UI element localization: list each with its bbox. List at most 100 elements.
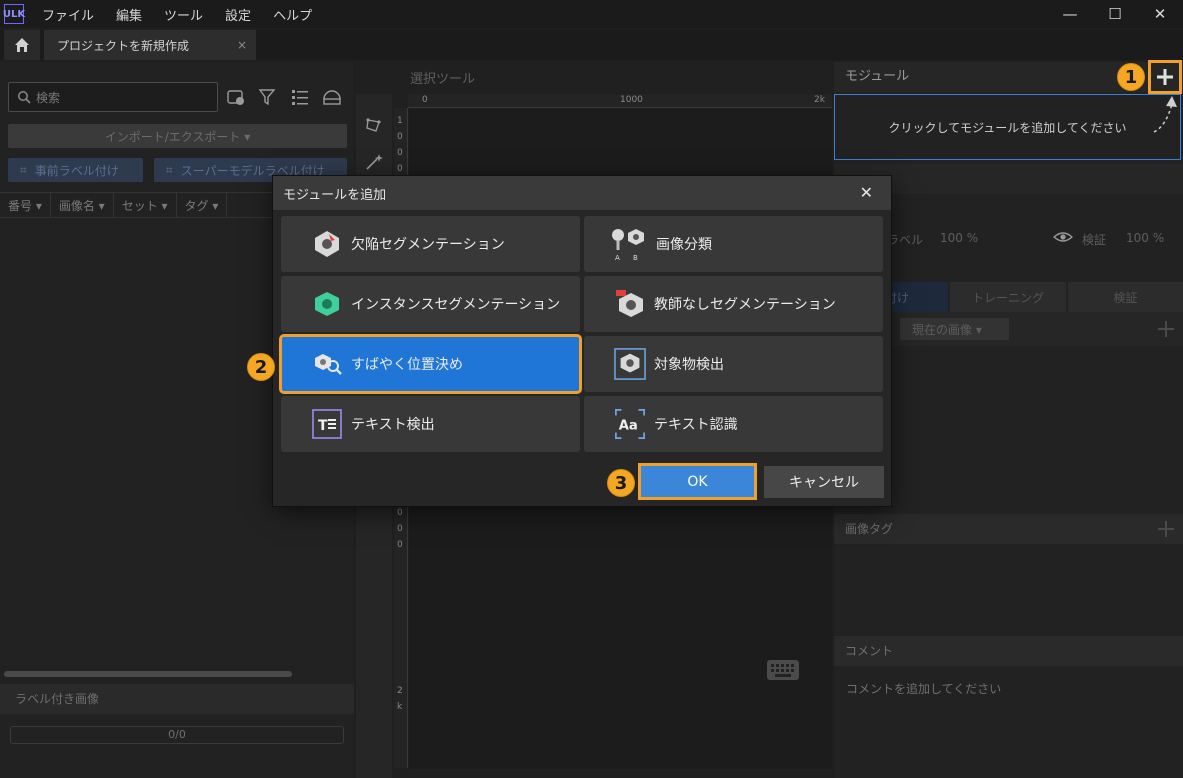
- search-icon: [18, 91, 31, 104]
- ruler-top-0: 0: [422, 95, 428, 105]
- menu-edit[interactable]: 編集: [116, 5, 142, 24]
- magic-wand-icon[interactable]: [364, 152, 384, 172]
- ruler-left-m0: 0: [397, 508, 403, 518]
- ruler-left-b0: 2: [397, 686, 403, 696]
- svg-text:A: A: [615, 254, 620, 262]
- pre-label-text: 事前ラベル付け: [34, 163, 119, 178]
- svg-text:B: B: [633, 254, 638, 262]
- current-image-select[interactable]: 現在の画像 ▾: [900, 318, 1009, 340]
- image-tag-title: 画像タグ: [845, 522, 894, 536]
- add-label-plus-icon[interactable]: [1157, 320, 1175, 338]
- option-label: 欠陥セグメンテーション: [351, 237, 505, 253]
- instance-segmentation-icon: [311, 288, 343, 320]
- step-badge-3: 3: [607, 469, 635, 497]
- home-tab[interactable]: [4, 30, 40, 60]
- option-text-detection[interactable]: T テキスト検出: [281, 396, 580, 452]
- verify-opacity: 100 %: [1126, 231, 1165, 245]
- text-recognition-icon: Aa: [614, 408, 646, 440]
- option-instance-segmentation[interactable]: インスタンスセグメンテーション: [281, 276, 580, 332]
- list-icon[interactable]: [290, 87, 310, 112]
- image-classification-icon: AB: [608, 228, 648, 262]
- option-label: テキスト検出: [351, 417, 435, 433]
- tab-label: プロジェクトを新規作成: [57, 38, 190, 53]
- option-label: 対象物検出: [654, 357, 724, 373]
- import-export-button[interactable]: インポート/エクスポート ▾: [8, 124, 347, 148]
- search-placeholder: 検索: [36, 90, 61, 105]
- filter-icon[interactable]: [258, 87, 278, 112]
- dashed-arrow-icon: [1153, 96, 1177, 133]
- comment-input[interactable]: コメントを追加してください: [846, 680, 1001, 697]
- text-detection-icon: T: [311, 408, 343, 440]
- option-unsupervised-segmentation[interactable]: 教師なしセグメンテーション: [584, 276, 883, 332]
- menu-file[interactable]: ファイル: [42, 5, 94, 24]
- maximize-button[interactable]: ☐: [1092, 0, 1138, 28]
- ruler-left-m2: 0: [397, 540, 403, 550]
- tab-close-icon[interactable]: ×: [237, 38, 247, 52]
- option-text-recognition[interactable]: Aa テキスト認識: [584, 396, 883, 452]
- search-input[interactable]: 検索: [8, 82, 218, 112]
- dialog-header: モジュールを追加 ✕: [273, 176, 891, 210]
- option-object-detection[interactable]: 対象物検出: [584, 336, 883, 392]
- image-filter-icon[interactable]: [226, 87, 246, 112]
- keyboard-icon[interactable]: [766, 658, 800, 682]
- menu-help[interactable]: ヘルプ: [273, 5, 312, 24]
- col-number[interactable]: 番号 ▾: [0, 193, 51, 217]
- polygon-tool-icon[interactable]: [364, 116, 384, 136]
- ruler-left-t3: 0: [397, 164, 403, 174]
- option-fast-positioning[interactable]: すばやく位置決め: [279, 334, 582, 394]
- view-mode-icon[interactable]: [322, 87, 342, 112]
- option-defect-segmentation[interactable]: 欠陥セグメンテーション: [281, 216, 580, 272]
- col-image-name[interactable]: 画像名 ▾: [51, 193, 114, 217]
- label-toggle-text: ラベル: [887, 233, 924, 247]
- add-module-hint: クリックしてモジュールを追加してください: [888, 120, 1127, 135]
- col-set[interactable]: セット ▾: [114, 193, 177, 217]
- pre-label-button[interactable]: ⌗ 事前ラベル付け: [8, 158, 143, 182]
- option-label: テキスト認識: [654, 417, 738, 433]
- verify-toggle-text: 検証: [1082, 233, 1107, 247]
- menu-tools[interactable]: ツール: [164, 5, 203, 24]
- ruler-left-t2: 0: [397, 148, 403, 158]
- eye-icon[interactable]: [1053, 229, 1073, 245]
- add-module-area[interactable]: クリックしてモジュールを追加してください: [834, 94, 1181, 160]
- labeled-progress: 0/0: [10, 726, 344, 744]
- option-label: すばやく位置決め: [351, 357, 463, 373]
- col-tag[interactable]: タグ ▾: [177, 193, 228, 217]
- labeled-images-header: ラベル付き画像: [0, 684, 354, 714]
- step-badge-1: 1: [1117, 63, 1145, 91]
- ruler-left-m1: 0: [397, 524, 403, 534]
- ruler-top: 0 1000 2k: [408, 94, 832, 108]
- option-label: 画像分類: [656, 237, 712, 253]
- step-badge-2: 2: [247, 353, 275, 381]
- dialog-close-icon[interactable]: ✕: [860, 176, 873, 210]
- add-tag-plus-icon[interactable]: [1157, 520, 1175, 538]
- label-opacity: 100 %: [940, 231, 979, 245]
- option-image-classification[interactable]: AB 画像分類: [584, 216, 883, 272]
- menu-settings[interactable]: 設定: [225, 5, 251, 24]
- tab-verify[interactable]: 検証: [1068, 282, 1183, 312]
- ruler-left-t1: 0: [397, 132, 403, 142]
- pre-label-icon: ⌗: [20, 162, 27, 177]
- ok-button[interactable]: OK: [638, 463, 757, 500]
- svg-text:T: T: [318, 418, 328, 434]
- option-label: インスタンスセグメンテーション: [351, 297, 561, 313]
- comment-header: コメント: [834, 636, 1183, 666]
- super-model-icon: ⌗: [166, 162, 173, 177]
- image-tag-header: 画像タグ: [834, 514, 1183, 544]
- plus-icon: [1157, 69, 1173, 85]
- tab-training[interactable]: トレーニング: [950, 282, 1066, 312]
- window-close-button[interactable]: ✕: [1137, 0, 1183, 28]
- home-icon: [15, 38, 29, 52]
- object-detection-icon: [614, 348, 646, 380]
- add-module-button[interactable]: [1148, 60, 1182, 94]
- option-label: 教師なしセグメンテーション: [654, 297, 836, 313]
- tab-new-project[interactable]: プロジェクトを新規作成 ×: [44, 30, 256, 60]
- minimize-button[interactable]: —: [1047, 0, 1093, 28]
- ruler-top-1000: 1000: [620, 95, 643, 105]
- app-logo: ULK: [3, 4, 25, 24]
- ruler-top-2k: 2k: [814, 95, 825, 105]
- defect-segmentation-icon: [311, 228, 343, 260]
- svg-text:Aa: Aa: [619, 419, 638, 434]
- horizontal-scrollbar[interactable]: [4, 671, 292, 677]
- cancel-button[interactable]: キャンセル: [764, 466, 884, 498]
- ruler-left-t0: 1: [397, 116, 403, 126]
